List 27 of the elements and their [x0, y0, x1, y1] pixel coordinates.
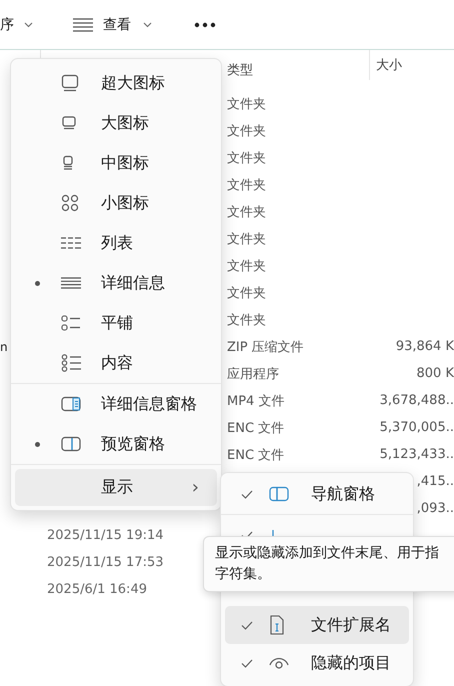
table-cell: 800 K: [416, 366, 454, 381]
tooltip-text: 字符集。: [215, 565, 271, 584]
table-cell: 文件夹: [227, 204, 266, 220]
table-cell: 文件夹: [227, 312, 266, 328]
table-cell: 文件夹: [227, 258, 266, 274]
table-cell: ,415..: [416, 474, 454, 489]
table-cell: 应用程序: [227, 366, 279, 382]
table-cell: 2025/6/1 16:49: [47, 582, 147, 597]
table-cell: 文件夹: [227, 124, 266, 138]
table-cell: 2025/11/15 17:53: [47, 555, 164, 570]
table-cell: MP4 文件: [227, 394, 284, 408]
table-cell: 5,123,433..: [380, 447, 454, 462]
table-cell: 文件夹: [227, 286, 266, 300]
table-cell: 2025/11/15 19:14: [47, 528, 164, 543]
table-cell: 文件夹: [227, 178, 266, 192]
table-cell: n: [0, 340, 8, 354]
table-cell: ENC 文件: [227, 448, 284, 462]
table-cell: 文件夹: [227, 232, 266, 246]
table-cell: 3,678,488..: [380, 393, 454, 408]
table-cell: 93,864 K: [396, 339, 454, 354]
table-cell: ,093..: [416, 501, 454, 516]
table-cell: 文件夹: [227, 96, 266, 112]
tooltip-text: 显示或隐藏添加到文件末尾、用于指: [215, 544, 439, 563]
table-cell: 5,370,005..: [380, 420, 454, 435]
table-cell: 文件夹: [227, 150, 266, 166]
table-cell: ENC 文件: [227, 420, 284, 436]
table-cell: ZIP 压缩文件: [227, 340, 304, 354]
